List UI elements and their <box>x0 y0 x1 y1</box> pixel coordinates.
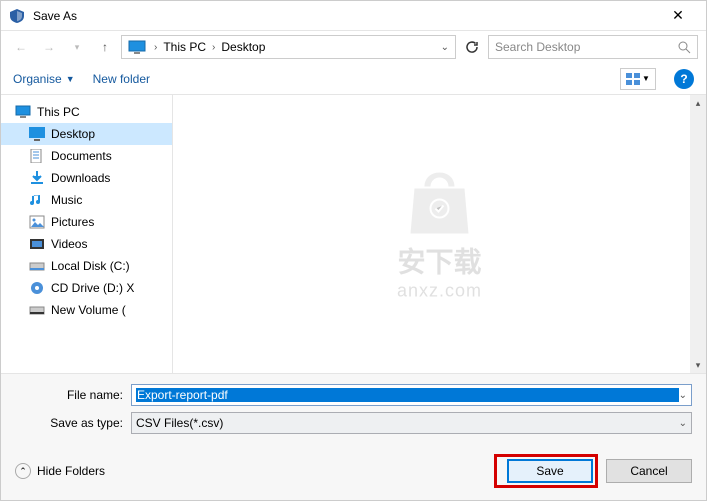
documents-icon <box>29 149 45 163</box>
nav-row: ← → ▾ ↑ › This PC › Desktop ⌄ Search Des… <box>1 31 706 63</box>
cd-icon <box>29 281 45 295</box>
view-button[interactable]: ▼ <box>620 68 656 90</box>
chevron-down-icon: ▼ <box>66 74 75 84</box>
chevron-down-icon[interactable]: ⌄ <box>679 390 687 401</box>
search-input[interactable]: Search Desktop <box>488 35 698 59</box>
disk-icon <box>29 303 45 317</box>
scrollbar[interactable]: ▴ ▾ <box>690 95 706 373</box>
filetype-label: Save as type: <box>15 416 131 430</box>
desktop-icon <box>29 127 45 141</box>
tree-item-music[interactable]: Music <box>1 189 172 211</box>
videos-icon <box>29 237 45 251</box>
tree-item-new-volume[interactable]: New Volume ( <box>1 299 172 321</box>
back-button[interactable]: ← <box>9 35 33 59</box>
cancel-button[interactable]: Cancel <box>606 459 692 483</box>
music-icon <box>29 193 45 207</box>
address-bar[interactable]: › This PC › Desktop ⌄ <box>121 35 456 59</box>
downloads-icon <box>29 171 45 185</box>
hide-folders-button[interactable]: ⌃ Hide Folders <box>15 463 105 479</box>
forward-button[interactable]: → <box>37 35 61 59</box>
app-icon <box>9 8 25 24</box>
tree-item-cd-drive[interactable]: CD Drive (D:) X <box>1 277 172 299</box>
tree-item-desktop[interactable]: Desktop <box>1 123 172 145</box>
breadcrumb-current[interactable]: Desktop <box>219 40 267 54</box>
recent-dropdown[interactable]: ▾ <box>65 35 89 59</box>
chevron-right-icon: › <box>212 42 215 53</box>
scroll-up[interactable]: ▴ <box>690 95 706 111</box>
tree-root-this-pc[interactable]: This PC <box>1 101 172 123</box>
tree-item-pictures[interactable]: Pictures <box>1 211 172 233</box>
pc-icon <box>128 40 146 54</box>
tree-item-local-disk[interactable]: Local Disk (C:) <box>1 255 172 277</box>
titlebar: Save As ✕ <box>1 1 706 31</box>
tree-item-downloads[interactable]: Downloads <box>1 167 172 189</box>
close-button[interactable]: ✕ <box>658 7 698 24</box>
tree-item-documents[interactable]: Documents <box>1 145 172 167</box>
save-fields: File name: Export-report-pdf ⌄ Save as t… <box>1 373 706 446</box>
filename-label: File name: <box>15 388 131 402</box>
disk-icon <box>29 259 45 273</box>
search-placeholder: Search Desktop <box>495 40 580 54</box>
navigation-tree[interactable]: This PC Desktop Documents Downloads Musi… <box>1 95 173 373</box>
save-button[interactable]: Save <box>507 459 593 483</box>
watermark: 安下载 anxz.com <box>397 167 482 302</box>
breadcrumb-root[interactable]: This PC <box>161 40 208 54</box>
tree-item-videos[interactable]: Videos <box>1 233 172 255</box>
file-list[interactable]: 安下载 anxz.com ▴ ▾ <box>173 95 706 373</box>
organise-menu[interactable]: Organise ▼ <box>13 72 75 86</box>
search-icon <box>678 41 691 54</box>
new-folder-button[interactable]: New folder <box>93 72 150 86</box>
chevron-right-icon: › <box>154 42 157 53</box>
highlight-box: Save <box>494 454 598 488</box>
filename-input[interactable]: Export-report-pdf ⌄ <box>131 384 692 406</box>
window-title: Save As <box>33 9 658 23</box>
toolbar: Organise ▼ New folder ▼ ? <box>1 63 706 95</box>
scroll-down[interactable]: ▾ <box>690 357 706 373</box>
chevron-down-icon[interactable]: ⌄ <box>679 418 687 429</box>
filetype-select[interactable]: CSV Files(*.csv) ⌄ <box>131 412 692 434</box>
chevron-down-icon: ▼ <box>642 74 650 83</box>
refresh-button[interactable] <box>460 35 484 59</box>
help-button[interactable]: ? <box>674 69 694 89</box>
up-button[interactable]: ↑ <box>93 35 117 59</box>
address-dropdown[interactable]: ⌄ <box>441 42 449 53</box>
footer: ⌃ Hide Folders Save Cancel <box>1 446 706 500</box>
pc-icon <box>15 105 31 119</box>
pictures-icon <box>29 215 45 229</box>
chevron-up-icon: ⌃ <box>15 463 31 479</box>
main-area: This PC Desktop Documents Downloads Musi… <box>1 95 706 373</box>
